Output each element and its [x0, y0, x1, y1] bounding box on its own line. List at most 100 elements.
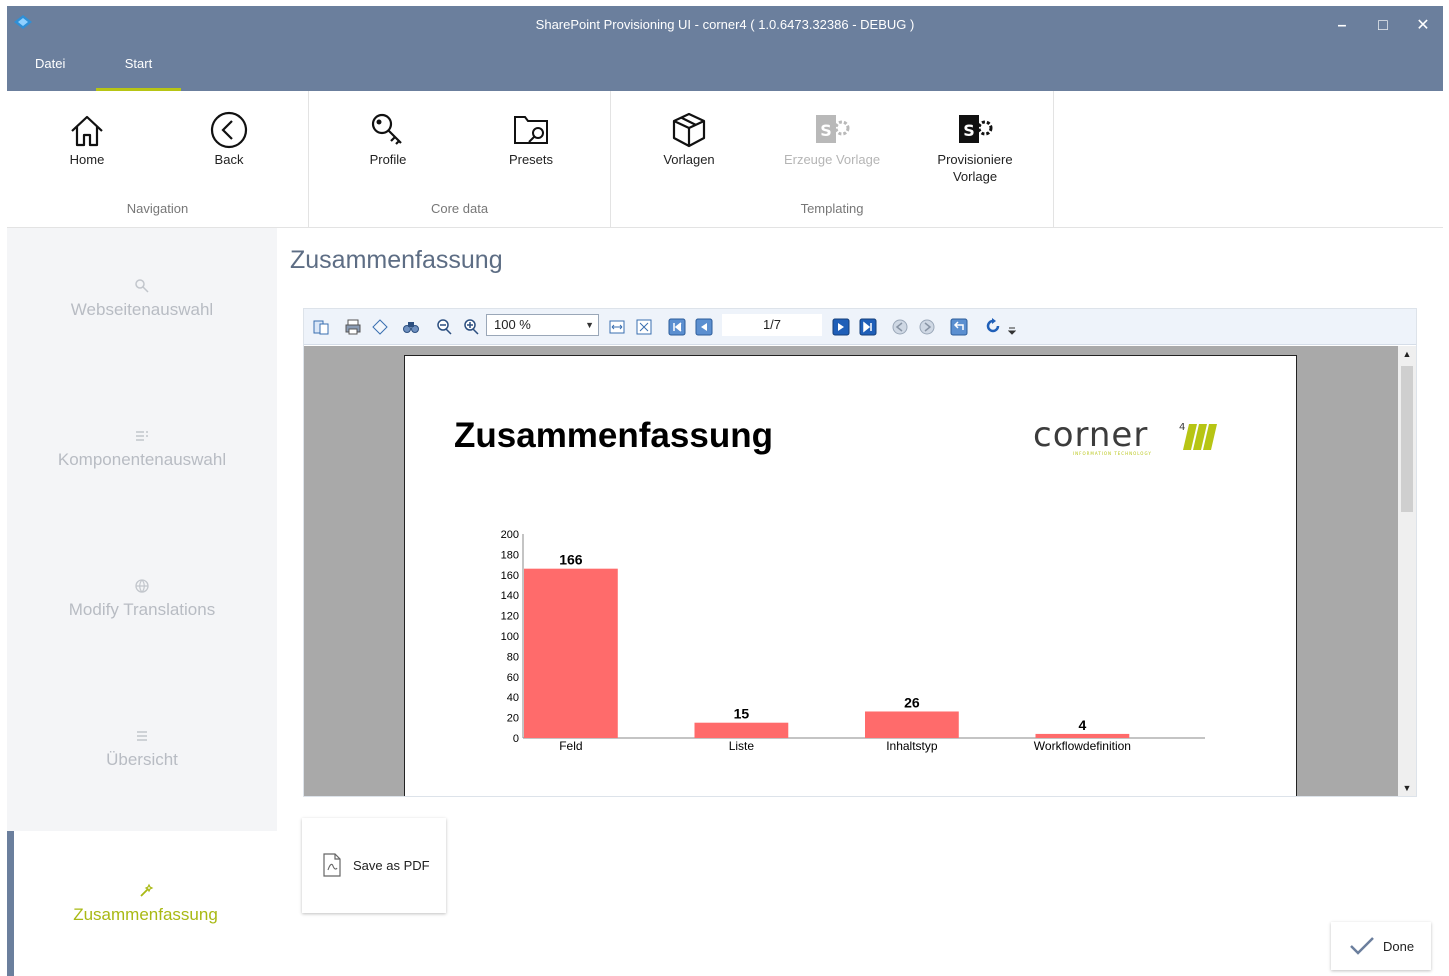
key-icon: [371, 113, 402, 145]
scroll-up-icon[interactable]: ▲: [1398, 346, 1416, 362]
y-tick-label: 80: [507, 651, 519, 663]
viewer-toolbar: 100 % ▼ 1/7: [304, 309, 1416, 345]
profile-button[interactable]: Profile: [333, 111, 443, 168]
chevron-down-icon: ▼: [585, 320, 594, 330]
bar-liste: [694, 722, 789, 738]
next-page-icon[interactable]: [832, 318, 850, 336]
list-icon: [136, 431, 148, 441]
svg-text:S: S: [820, 121, 832, 140]
group-label-navigation: Navigation: [126, 201, 189, 216]
vorlagen-button[interactable]: Vorlagen: [634, 111, 744, 168]
presets-button[interactable]: Presets: [476, 111, 586, 168]
sidebar-item-label: Webseitenauswahl: [70, 300, 214, 319]
erzeuge-vorlage-button[interactable]: S Erzeuge Vorlage: [777, 111, 887, 168]
tab-datei[interactable]: Datei: [35, 54, 65, 91]
toolbar-overflow-icon[interactable]: [1008, 325, 1016, 335]
x-category-label: Inhaltstyp: [886, 739, 938, 753]
ribbon-group-core-data: Profile Presets Core data: [309, 91, 611, 228]
y-tick-label: 200: [501, 529, 519, 541]
sidebar-item-label: Zusammenfassung: [73, 905, 218, 924]
x-category-label: Feld: [559, 739, 582, 753]
ribbon-group-navigation: Home Back Navigation: [7, 91, 309, 228]
fit-page-icon[interactable]: [635, 318, 653, 336]
maximize-button[interactable]: □: [1368, 14, 1398, 38]
home-icon: [71, 115, 103, 147]
y-tick-label: 20: [507, 713, 519, 725]
provisioniere-vorlage-label-line1: Provisioniere: [937, 152, 1013, 167]
y-tick-label: 100: [501, 631, 519, 643]
bar-value-label: 4: [1078, 717, 1086, 733]
x-category-label: Liste: [729, 739, 755, 753]
first-page-icon[interactable]: [668, 318, 686, 336]
zoom-in-icon[interactable]: [462, 318, 480, 336]
app-window: SharePoint Provisioning UI - corner4 ( 1…: [7, 6, 1443, 976]
page-number-value: 1/7: [762, 317, 782, 332]
bar-workflowdefinition: [1035, 733, 1130, 738]
y-tick-label: 120: [501, 611, 519, 623]
title-bar: SharePoint Provisioning UI - corner4 ( 1…: [7, 6, 1443, 91]
y-tick-label: 180: [501, 549, 519, 561]
done-button[interactable]: Done: [1331, 922, 1431, 970]
pdf-icon: [323, 853, 341, 877]
find-icon[interactable]: [402, 318, 420, 336]
done-label: Done: [1383, 939, 1415, 954]
report-viewer: 100 % ▼ 1/7 Zusammenfassung corner 4 INFO…: [303, 308, 1417, 797]
scroll-thumb[interactable]: [1401, 366, 1413, 512]
save-as-pdf-button[interactable]: Save as PDF: [302, 818, 446, 913]
back-label: Back: [214, 152, 244, 167]
globe-icon: [135, 579, 149, 593]
search-icon: [135, 279, 149, 293]
forward-icon[interactable]: [918, 318, 936, 336]
sharepoint-gear-icon: S: [816, 115, 850, 143]
sidebar-item-webseitenauswahl[interactable]: Webseitenauswahl: [7, 278, 277, 428]
last-page-icon[interactable]: [859, 318, 877, 336]
sidebar-item-zusammenfassung[interactable]: Zusammenfassung: [7, 831, 277, 976]
sidebar-item-modify-translations[interactable]: Modify Translations: [7, 578, 277, 728]
y-tick-label: 0: [513, 733, 519, 745]
page-setup-icon[interactable]: [371, 318, 389, 336]
scroll-down-icon[interactable]: ▼: [1398, 780, 1416, 796]
save-as-pdf-label: Save as PDF: [353, 858, 430, 873]
bar-value-label: 15: [734, 706, 750, 722]
tab-start-label: Start: [124, 56, 153, 71]
profile-label: Profile: [369, 152, 407, 167]
previous-page-icon[interactable]: [695, 318, 713, 336]
y-tick-label: 40: [507, 692, 519, 704]
refresh-icon[interactable]: [984, 318, 1002, 336]
presets-label: Presets: [508, 152, 554, 167]
back-icon[interactable]: [891, 318, 909, 336]
page-number-field[interactable]: 1/7: [722, 314, 822, 336]
page-title: Zusammenfassung: [290, 246, 503, 274]
tab-start[interactable]: Start: [96, 54, 181, 91]
document-map-icon[interactable]: [312, 318, 330, 336]
erzeuge-vorlage-label: Erzeuge Vorlage: [783, 152, 881, 167]
provisioniere-vorlage-label-line2: Vorlage: [952, 169, 998, 184]
back-button[interactable]: Back: [174, 111, 284, 168]
minimize-button[interactable]: –: [1327, 14, 1357, 38]
home-button[interactable]: Home: [32, 111, 142, 168]
y-tick-label: 140: [501, 590, 519, 602]
tab-datei-label: Datei: [35, 56, 66, 71]
fit-width-icon[interactable]: [608, 318, 626, 336]
folder-search-icon: [514, 116, 548, 144]
ribbon-group-templating: Vorlagen S Erzeuge Vorlage S Provisionie…: [611, 91, 1054, 228]
back-circle-icon: [210, 111, 248, 149]
zoom-select[interactable]: 100 % ▼: [486, 314, 599, 336]
bar-value-label: 26: [904, 694, 920, 710]
viewer-scrollbar[interactable]: ▲ ▼: [1398, 346, 1416, 796]
x-category-label: Workflowdefinition: [1034, 739, 1131, 753]
zoom-out-icon[interactable]: [435, 318, 453, 336]
wand-icon: [139, 883, 153, 897]
bar-feld: [524, 568, 618, 738]
close-button[interactable]: ✕: [1408, 14, 1438, 38]
provisioniere-vorlage-button[interactable]: S Provisioniere Vorlage: [920, 111, 1030, 185]
print-icon[interactable]: [344, 318, 362, 336]
checkmark-icon: [1350, 937, 1374, 955]
list-icon: [137, 731, 147, 741]
zoom-value: 100 %: [494, 317, 531, 332]
viewer-canvas: Zusammenfassung corner 4 INFORMATION TEC…: [304, 346, 1416, 796]
back-to-parent-icon[interactable]: [950, 318, 968, 336]
group-label-core-data: Core data: [430, 201, 489, 216]
bar-inhaltstyp: [865, 711, 959, 738]
sidebar-item-komponentenauswahl[interactable]: Komponentenauswahl: [7, 428, 277, 578]
